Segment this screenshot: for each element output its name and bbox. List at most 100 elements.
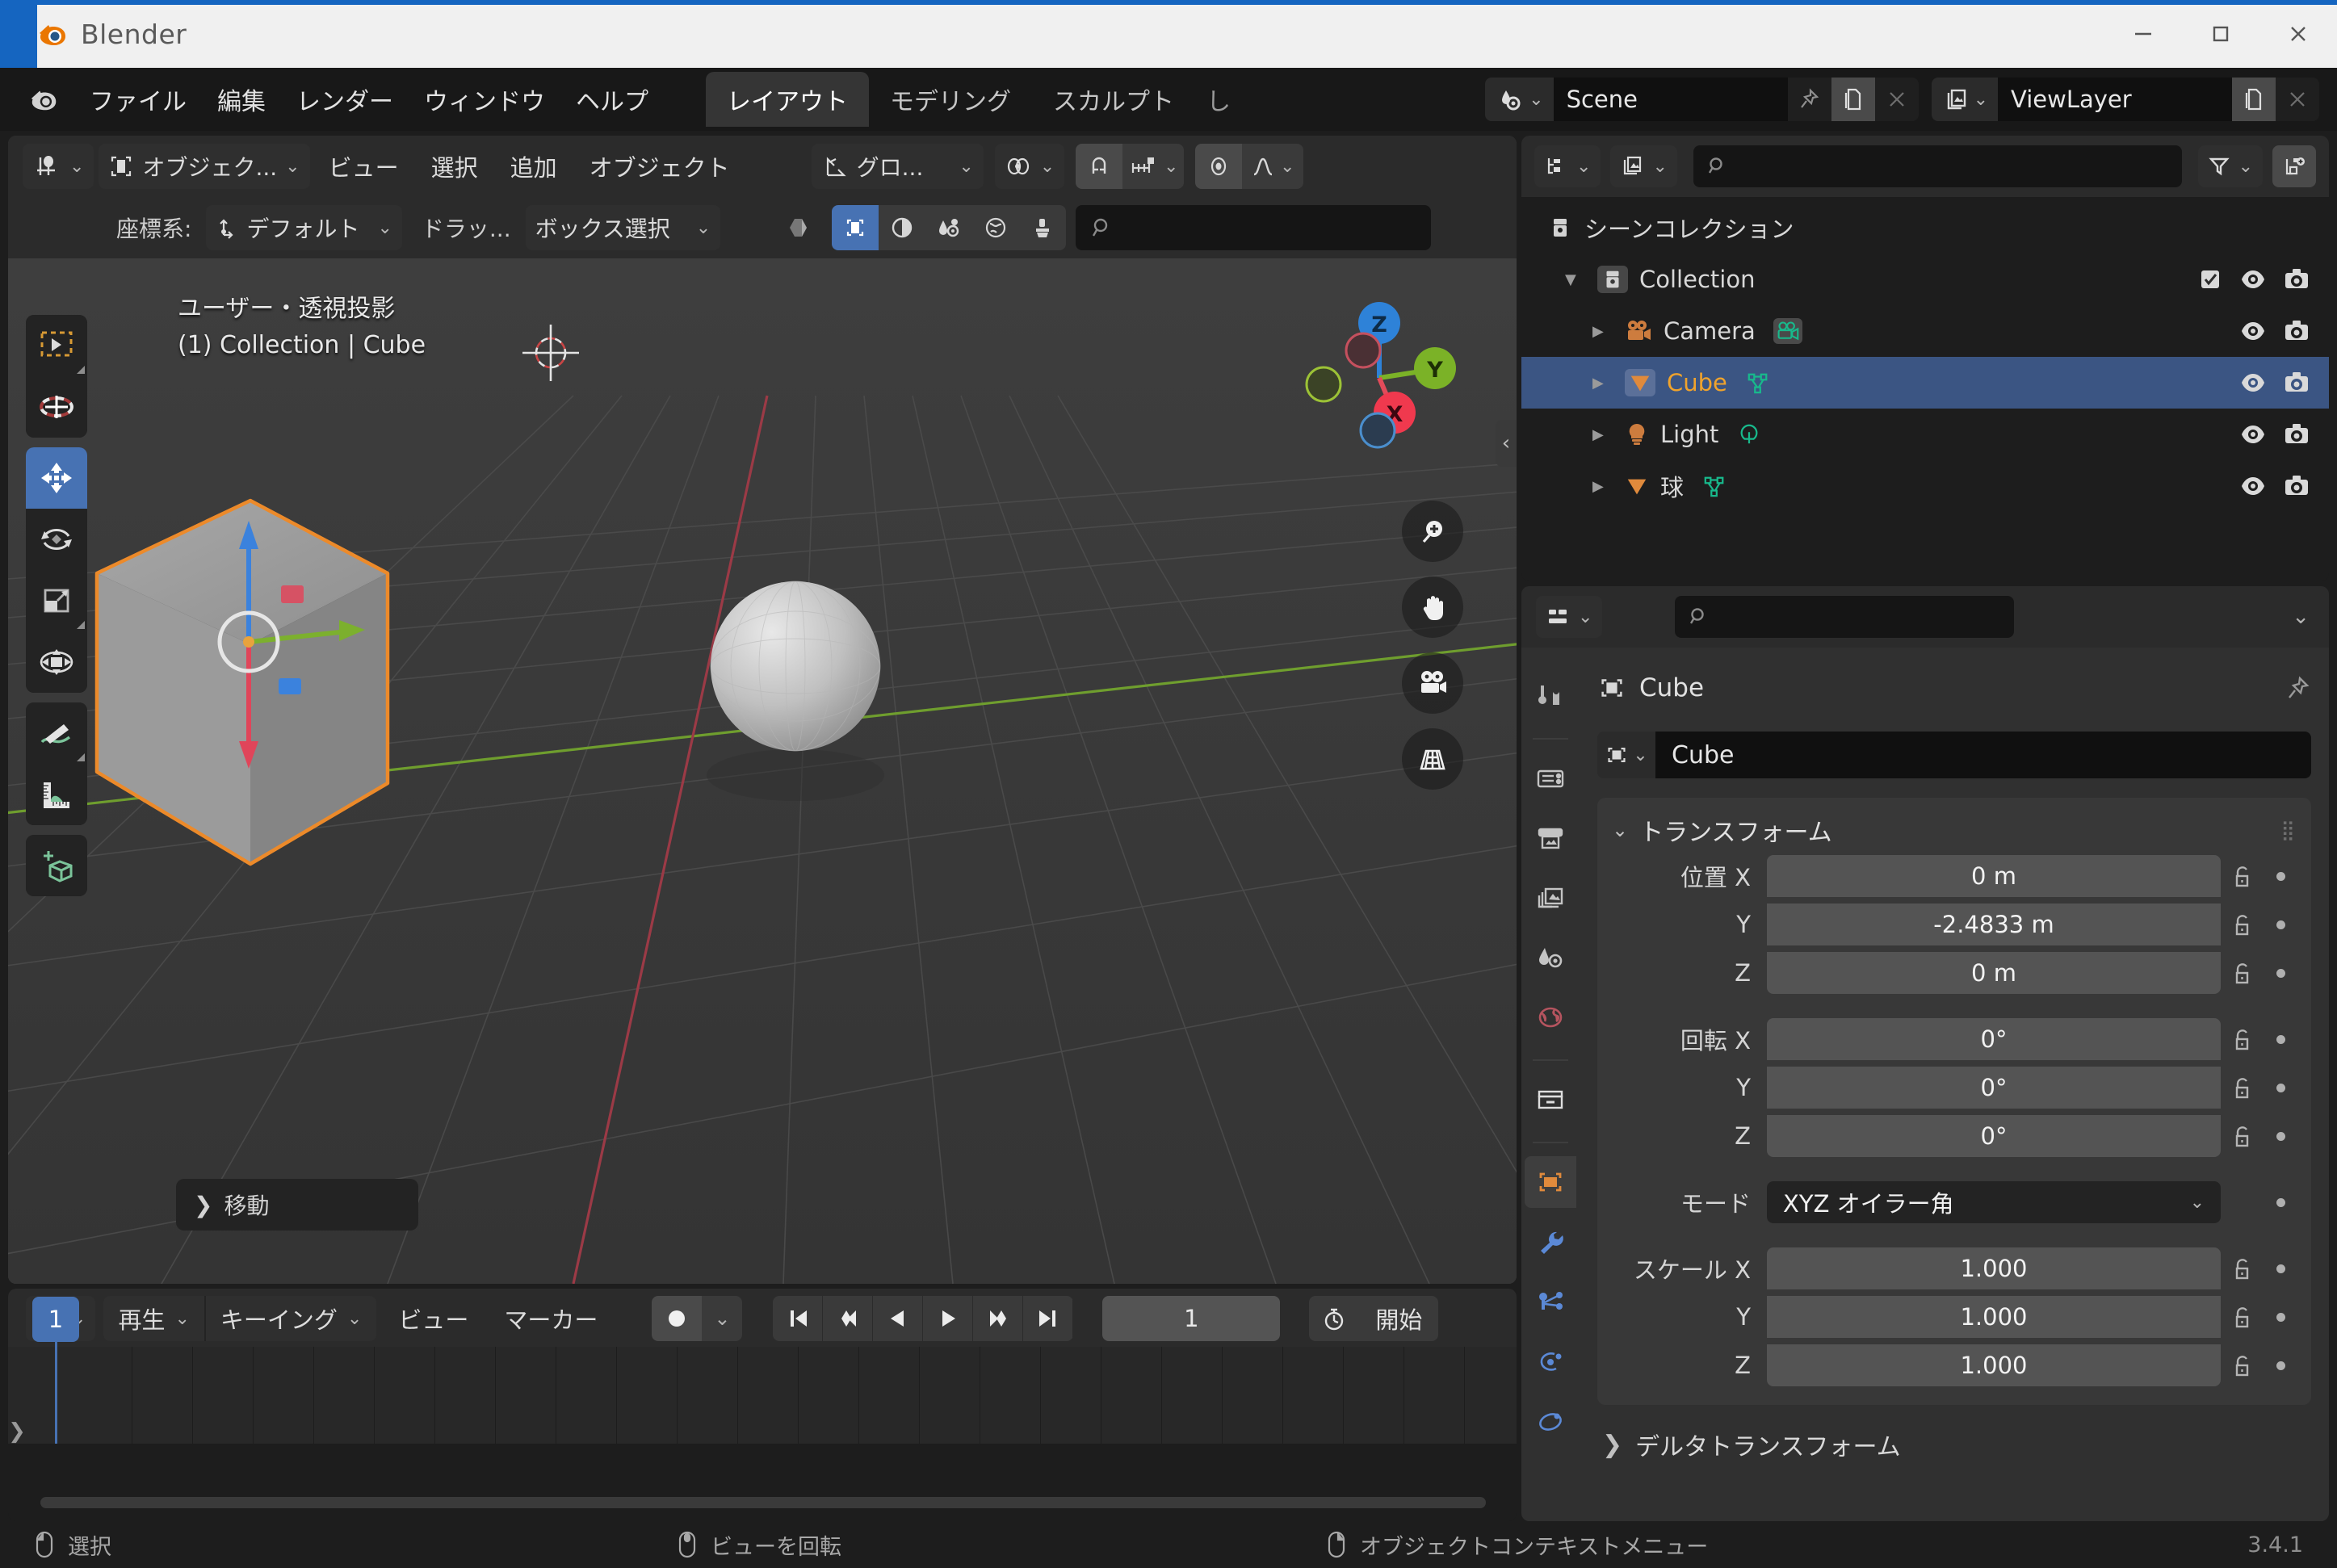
- animate-dot[interactable]: [2264, 968, 2297, 978]
- rendered-shading-icon[interactable]: [972, 205, 1020, 250]
- animate-dot[interactable]: [2264, 1131, 2297, 1141]
- timeline-sidebar-arrow[interactable]: ❯: [8, 1410, 26, 1453]
- navigation-gizmo[interactable]: Z Y X: [1289, 281, 1475, 467]
- animate-dot[interactable]: [2264, 1264, 2297, 1273]
- outliner-row-cube[interactable]: ▶ Cube: [1521, 357, 2329, 409]
- tab-constraints[interactable]: [1525, 1395, 1576, 1447]
- location-z-field[interactable]: 0 m: [1767, 952, 2221, 994]
- lock-icon[interactable]: [2221, 1075, 2264, 1101]
- animate-dot[interactable]: [2264, 1034, 2297, 1044]
- filter-icon[interactable]: ⌄: [2197, 145, 2263, 187]
- scale-y-field[interactable]: 1.000: [1767, 1296, 2221, 1338]
- eye-icon[interactable]: [2240, 371, 2266, 395]
- zoom-icon[interactable]: [1402, 501, 1463, 562]
- outliner-row-camera[interactable]: ▶ Camera: [1521, 305, 2329, 357]
- menu-file[interactable]: ファイル: [74, 75, 202, 124]
- maximize-button[interactable]: [2182, 0, 2259, 68]
- new-scene-icon[interactable]: [1831, 78, 1875, 121]
- lock-icon[interactable]: [2221, 1026, 2264, 1052]
- outliner-row-light[interactable]: ▶ Light: [1521, 409, 2329, 460]
- camera-render-icon[interactable]: [2284, 422, 2310, 447]
- timeline-menu-keying[interactable]: キーイング ⌄: [206, 1296, 376, 1341]
- lock-icon[interactable]: [2221, 1256, 2264, 1281]
- outliner-editor-type-icon[interactable]: ⌄: [1534, 145, 1601, 187]
- animate-dot[interactable]: [2264, 1360, 2297, 1370]
- new-viewlayer-icon[interactable]: [2232, 78, 2276, 121]
- tab-modifiers[interactable]: [1525, 1216, 1576, 1268]
- play-reverse-icon[interactable]: [873, 1296, 924, 1341]
- mode-selector[interactable]: オブジェク... ⌄: [99, 144, 310, 189]
- sidebar-toggle-arrow[interactable]: ‹: [1496, 420, 1517, 467]
- autokey-options-chevron[interactable]: ⌄: [702, 1296, 743, 1341]
- pin-icon[interactable]: [2285, 675, 2311, 701]
- lock-icon[interactable]: [2221, 1123, 2264, 1149]
- eye-icon[interactable]: [2240, 422, 2266, 447]
- camera-render-icon[interactable]: [2284, 267, 2310, 291]
- material-shading-icon[interactable]: [925, 205, 973, 250]
- chevron-down-icon[interactable]: ⌄: [1612, 819, 1628, 841]
- camera-icon[interactable]: [1402, 652, 1463, 714]
- tab-world[interactable]: [1525, 992, 1576, 1043]
- lock-icon[interactable]: [2221, 1352, 2264, 1378]
- tab-output[interactable]: [1525, 812, 1576, 864]
- rotation-z-field[interactable]: 0°: [1767, 1115, 2221, 1157]
- next-keyframe-icon[interactable]: [973, 1296, 1024, 1341]
- lock-icon[interactable]: [2221, 912, 2264, 937]
- transform-panel-header[interactable]: ⌄ トランスフォーム ⣿: [1612, 809, 2297, 851]
- tab-sculpting[interactable]: スカルプト: [1032, 72, 1195, 127]
- object-name-field[interactable]: ⌄ Cube: [1597, 732, 2311, 778]
- viewport-menu-select[interactable]: 選択: [417, 149, 492, 183]
- proportional-icon[interactable]: [1195, 144, 1243, 189]
- orientation-dropdown[interactable]: デフォルト ⌄: [206, 205, 402, 250]
- expand-triangle-icon[interactable]: ▼: [1565, 271, 1586, 288]
- object-type-icon[interactable]: ⌄: [1597, 732, 1655, 778]
- rotation-y-field[interactable]: 0°: [1767, 1067, 2221, 1109]
- tab-particles[interactable]: [1525, 1276, 1576, 1327]
- camera-render-icon[interactable]: [2284, 371, 2310, 395]
- transform-orientation-selector[interactable]: グロ... ⌄: [811, 144, 984, 189]
- rotation-x-field[interactable]: 0°: [1767, 1018, 2221, 1060]
- eye-icon[interactable]: [2240, 267, 2266, 291]
- location-y-field[interactable]: -2.4833 m: [1767, 903, 2221, 945]
- play-icon[interactable]: [923, 1296, 974, 1341]
- camera-render-icon[interactable]: [2284, 474, 2310, 498]
- animate-dot[interactable]: [2264, 1197, 2297, 1207]
- animate-dot[interactable]: [2264, 920, 2297, 929]
- viewlayer-icon[interactable]: ⌄: [1931, 78, 1998, 121]
- menu-edit[interactable]: 編集: [202, 75, 281, 124]
- xray-toggle-icon[interactable]: [777, 205, 822, 250]
- outliner-display-mode-icon[interactable]: ⌄: [1610, 145, 1677, 187]
- rotate-tool[interactable]: [26, 509, 87, 570]
- timeline-scrollbar[interactable]: [40, 1497, 1486, 1508]
- menu-help[interactable]: ヘルプ: [560, 75, 664, 124]
- tab-scene[interactable]: [1525, 932, 1576, 983]
- animate-dot[interactable]: [2264, 871, 2297, 881]
- scale-z-field[interactable]: 1.000: [1767, 1344, 2221, 1386]
- scene-name[interactable]: Scene: [1553, 78, 1788, 121]
- magnet-icon[interactable]: [1076, 144, 1123, 189]
- ortho-persp-icon[interactable]: [1402, 728, 1463, 790]
- animate-dot[interactable]: [2264, 1312, 2297, 1322]
- transform-tool[interactable]: [26, 631, 87, 693]
- lock-icon[interactable]: [2221, 1304, 2264, 1330]
- properties-search-input[interactable]: [1675, 596, 2015, 638]
- viewlayer-name[interactable]: ViewLayer: [1998, 78, 2232, 121]
- move-tool[interactable]: [26, 447, 87, 509]
- cursor-tool[interactable]: [26, 376, 87, 438]
- scale-tool[interactable]: [26, 570, 87, 631]
- object-name-value[interactable]: Cube: [1655, 732, 2311, 778]
- timeline-track-area[interactable]: [8, 1347, 1517, 1444]
- record-icon[interactable]: [652, 1296, 703, 1341]
- outliner-row-scene-collection[interactable]: シーンコレクション: [1521, 202, 2329, 254]
- animate-dot[interactable]: [2264, 1083, 2297, 1092]
- expand-triangle-icon[interactable]: ▶: [1592, 323, 1613, 340]
- editor-type-icon[interactable]: ⌄: [23, 144, 94, 189]
- jump-end-icon[interactable]: [1023, 1296, 1074, 1341]
- prev-keyframe-icon[interactable]: [823, 1296, 874, 1341]
- new-collection-icon[interactable]: [2272, 145, 2316, 187]
- scene-icon[interactable]: ⌄: [1485, 78, 1554, 121]
- lock-icon[interactable]: [2221, 863, 2264, 889]
- close-button[interactable]: [2259, 0, 2337, 68]
- drag-action-dropdown[interactable]: ボックス選択 ⌄: [525, 205, 721, 250]
- tab-layout[interactable]: レイアウト: [706, 72, 869, 127]
